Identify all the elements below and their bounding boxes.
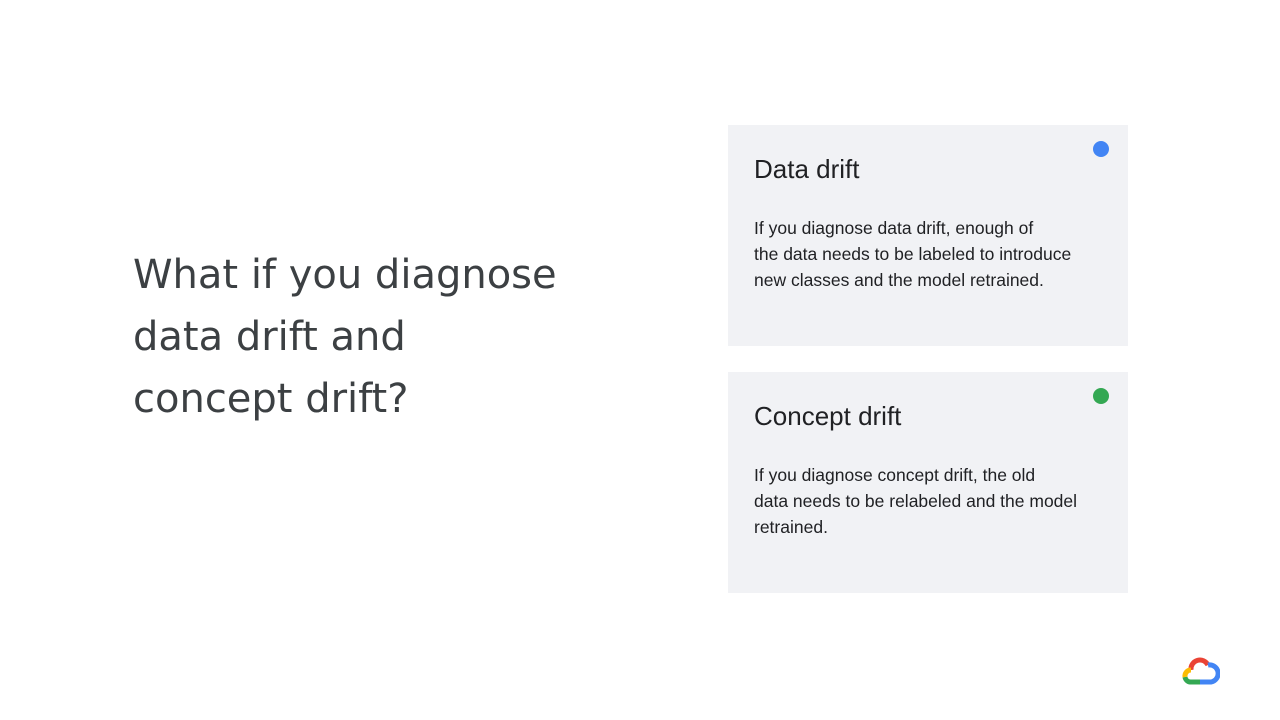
- google-cloud-logo-icon: [1182, 657, 1220, 685]
- card-body-line: data needs to be relabeled and the model: [754, 491, 1078, 511]
- card-body-line: new classes and the model retrained.: [754, 270, 1044, 290]
- card-body-line: If you diagnose concept drift, the old: [754, 465, 1036, 485]
- card-data-drift: Data drift If you diagnose data drift, e…: [728, 125, 1128, 346]
- card-concept-drift: Concept drift If you diagnose concept dr…: [728, 372, 1128, 593]
- slide: What if you diagnose data drift and conc…: [0, 0, 1280, 720]
- card-title-concept-drift: Concept drift: [754, 401, 902, 431]
- headline: What if you diagnose data drift and conc…: [133, 244, 653, 430]
- headline-line-1: What if you diagnose: [133, 252, 557, 298]
- card-body-line: retrained.: [754, 517, 828, 537]
- headline-line-2: data drift and: [133, 314, 406, 360]
- card-title-data-drift: Data drift: [754, 154, 860, 184]
- card-body-concept-drift: If you diagnose concept drift, the old d…: [754, 462, 1104, 540]
- headline-line-3: concept drift?: [133, 376, 409, 422]
- card-body-data-drift: If you diagnose data drift, enough of th…: [754, 215, 1104, 293]
- blue-dot-icon: [1093, 141, 1109, 157]
- card-body-line: the data needs to be labeled to introduc…: [754, 244, 1072, 264]
- card-body-line: If you diagnose data drift, enough of: [754, 218, 1034, 238]
- green-dot-icon: [1093, 388, 1109, 404]
